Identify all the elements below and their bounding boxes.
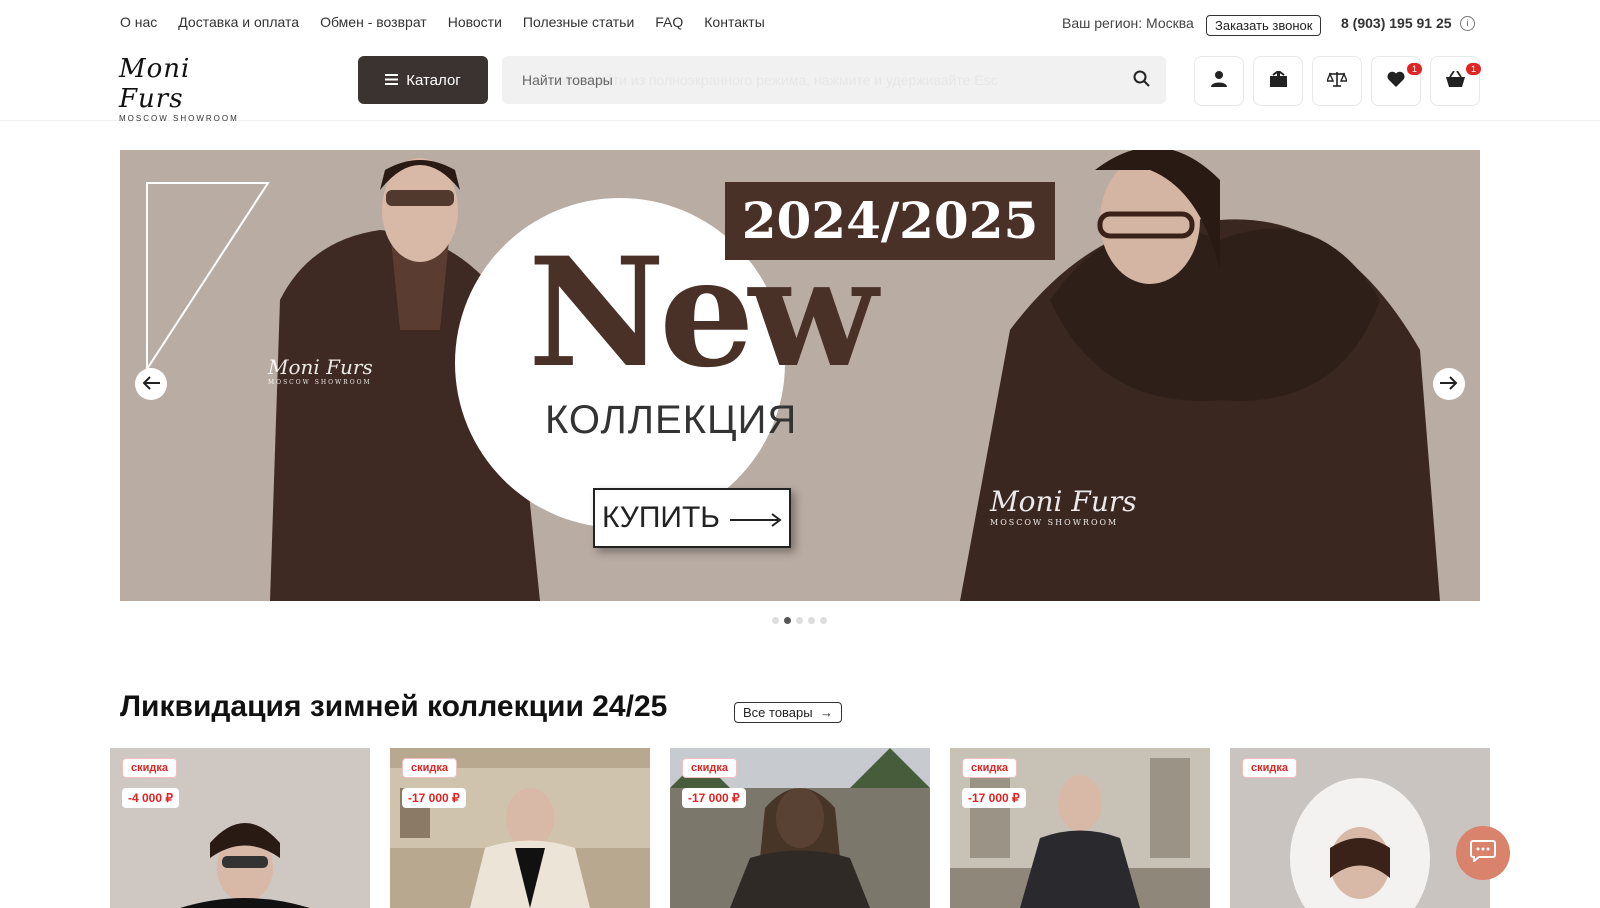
top-bar: О нас Доставка и оплата Обмен - возврат … [0,0,1600,46]
catalog-button[interactable]: Каталог [358,56,488,104]
watermark-left-text: Moni Furs [268,355,373,379]
slider-dot[interactable] [772,617,779,624]
cart-button[interactable]: 1 [1430,56,1481,106]
arrow-left-icon [142,374,160,395]
watermark-right-sub: MOSCOW SHOWROOM [990,518,1119,527]
top-nav: О нас Доставка и оплата Обмен - возврат … [120,14,786,30]
nav-contacts[interactable]: Контакты [704,14,764,30]
info-icon[interactable]: i [1460,16,1475,31]
nav-delivery[interactable]: Доставка и оплата [178,14,299,30]
watermark-right: Moni Furs MOSCOW SHOWROOM [990,485,1137,527]
product-card[interactable]: скидка -17 000 ₽ [390,748,650,908]
logo[interactable]: Moni Furs MOSCOW SHOWROOM [119,54,249,123]
banner-subhead: КОЛЛЕКЦИЯ [545,398,798,442]
nav-news[interactable]: Новости [448,14,502,30]
nav-articles[interactable]: Полезные статьи [523,14,634,30]
product-card[interactable]: скидка -17 000 ₽ [670,748,930,908]
product-card[interactable]: скидка [1230,748,1490,908]
box-icon [1269,69,1287,92]
buy-label: КУПИТЬ [601,501,720,534]
slider-dot-active[interactable] [784,617,791,624]
search-input[interactable]: Найти товары [522,72,613,88]
discount-badge: -17 000 ₽ [962,788,1026,808]
heart-icon [1387,71,1405,92]
region-selector[interactable]: Ваш регион: Москва [1062,15,1194,31]
sale-tag: скидка [402,758,457,778]
discount-badge: -4 000 ₽ [122,788,179,808]
phone-number[interactable]: 8 (903) 195 91 25 [1341,15,1452,31]
sale-tag: скидка [962,758,1017,778]
chat-button[interactable] [1456,826,1510,880]
menu-icon [385,72,399,89]
user-icon [1211,70,1227,92]
header: Moni Furs MOSCOW SHOWROOM Каталог Чтобы … [0,46,1600,123]
slider-dots [772,617,827,624]
arrow-right-icon: → [816,705,833,720]
product-card[interactable]: скидка -4 000 ₽ [110,748,370,908]
watermark-left-sub: MOSCOW SHOWROOM [268,379,372,386]
scales-icon [1325,71,1349,92]
search-icon[interactable] [1133,70,1150,92]
discount-badge: -17 000 ₽ [682,788,746,808]
wishlist-badge: 1 [1406,63,1422,75]
slider-dot[interactable] [820,617,827,624]
account-button[interactable] [1194,56,1244,106]
buy-button[interactable]: КУПИТЬ [593,488,791,548]
product-card[interactable]: скидка -17 000 ₽ [950,748,1210,908]
all-products-button[interactable]: Все товары → [734,702,842,723]
chat-icon [1470,839,1496,867]
section-title: Ликвидация зимней коллекции 24/25 [120,690,668,723]
arrow-right-icon [730,501,782,535]
sale-tag: скидка [1242,758,1297,778]
logo-subtitle: MOSCOW SHOWROOM [119,114,239,123]
basket-icon [1445,70,1465,92]
arrow-right-icon [1440,374,1458,395]
compare-button[interactable] [1312,56,1362,106]
search-bar[interactable]: Чтобы выйти из полноэкранного режима, на… [502,56,1166,104]
slider-dot[interactable] [808,617,815,624]
nav-faq[interactable]: FAQ [655,14,683,30]
nav-about[interactable]: О нас [120,14,157,30]
slider-prev-button[interactable] [135,368,167,400]
hero-banner[interactable]: 2024/2025 New КОЛЛЕКЦИЯ КУПИТЬ Moni Furs… [120,150,1480,601]
banner-headline: New [528,225,878,401]
watermark-right-text: Moni Furs [990,485,1137,518]
catalog-label: Каталог [406,71,461,89]
sale-tag: скидка [122,758,177,778]
sale-tag: скидка [682,758,737,778]
callback-button[interactable]: Заказать звонок [1206,15,1322,36]
discount-badge: -17 000 ₽ [402,788,466,808]
cart-badge: 1 [1465,63,1481,75]
triangle-outline [146,182,270,370]
watermark-left: Moni Furs MOSCOW SHOWROOM [268,355,373,386]
nav-exchange[interactable]: Обмен - возврат [320,14,427,30]
all-products-label: Все товары [743,705,813,720]
fullscreen-hint: Чтобы выйти из полноэкранного режима, на… [542,72,998,88]
wishlist-button[interactable]: 1 [1371,56,1422,106]
logo-script: Moni Furs [119,54,191,114]
slider-dot[interactable] [796,617,803,624]
slider-next-button[interactable] [1433,368,1465,400]
orders-button[interactable] [1253,56,1303,106]
